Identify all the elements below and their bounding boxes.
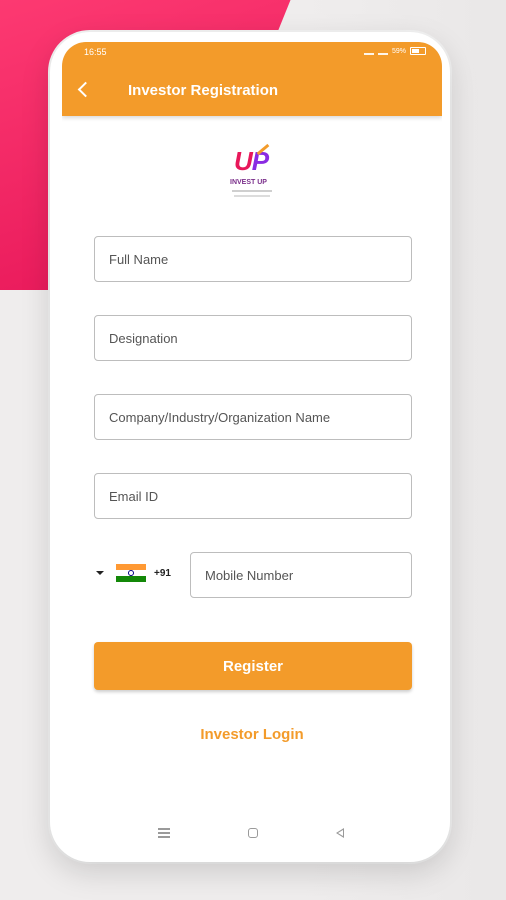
company-input[interactable] xyxy=(95,395,411,439)
app-bar: 16:55 59% Investor Registration xyxy=(62,42,442,116)
invest-up-logo: UP INVEST UP xyxy=(228,143,278,200)
investor-login-link[interactable]: Investor Login xyxy=(62,726,442,743)
logo-subline xyxy=(234,195,270,197)
status-time: 16:55 xyxy=(84,47,107,57)
home-icon[interactable] xyxy=(248,828,258,838)
recent-apps-icon[interactable] xyxy=(158,828,170,838)
logo-tagline: INVEST UP xyxy=(230,179,267,186)
wifi-icon xyxy=(377,47,388,55)
email-input[interactable] xyxy=(95,474,411,518)
country-code: +91 xyxy=(154,567,171,579)
battery-icon xyxy=(410,47,426,55)
app-screen: 16:55 59% Investor Registration UP INVES… xyxy=(62,42,442,850)
system-nav-bar xyxy=(62,818,442,848)
back-chevron-icon[interactable] xyxy=(76,80,90,100)
nav-back-icon[interactable] xyxy=(336,828,344,838)
india-flag-icon xyxy=(116,564,146,582)
designation-field[interactable] xyxy=(94,315,412,361)
country-code-picker[interactable]: +91 xyxy=(96,564,171,582)
company-field[interactable] xyxy=(94,394,412,440)
mobile-input[interactable] xyxy=(191,553,411,597)
mobile-field[interactable] xyxy=(190,552,412,598)
signal-icon xyxy=(363,47,374,55)
battery-text: 59% xyxy=(391,47,406,55)
email-field[interactable] xyxy=(94,473,412,519)
page-title: Investor Registration xyxy=(128,82,279,99)
full-name-field[interactable] xyxy=(94,236,412,282)
dropdown-caret-icon[interactable] xyxy=(96,571,104,575)
status-icons: 59% xyxy=(363,47,426,55)
full-name-input[interactable] xyxy=(95,237,411,281)
register-button[interactable]: Register xyxy=(94,642,412,690)
designation-input[interactable] xyxy=(95,316,411,360)
logo-subline xyxy=(232,190,272,192)
